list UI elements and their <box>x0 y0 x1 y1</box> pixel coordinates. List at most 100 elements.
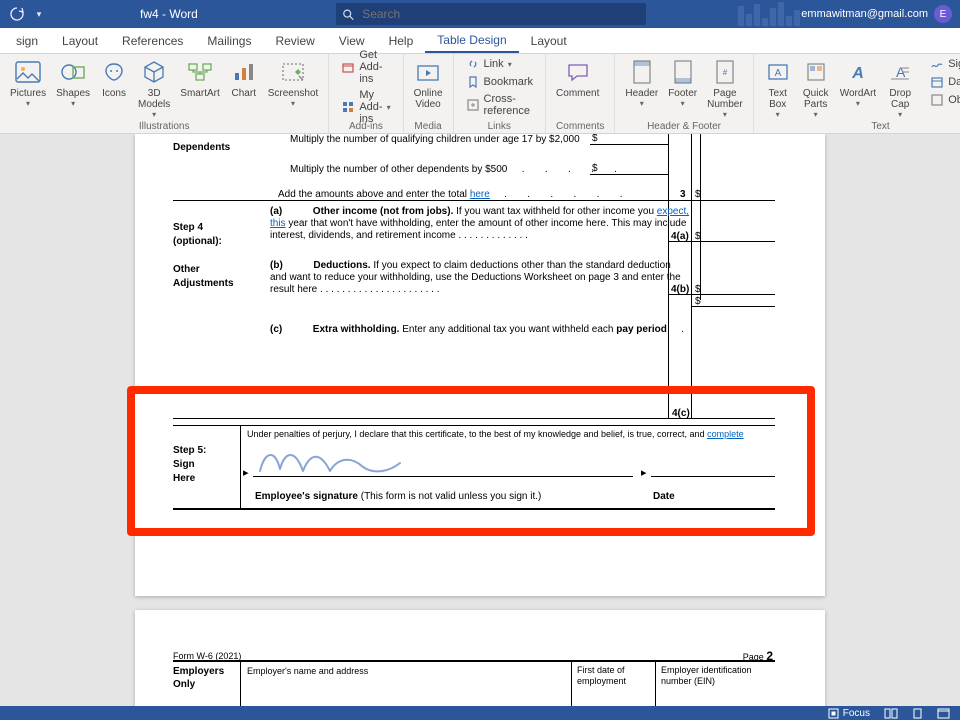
signature-icon <box>930 57 944 71</box>
ribbon: Pictures▾ Shapes▾ Icons 3D Models▾ Smart… <box>0 54 960 134</box>
header-button[interactable]: Header▾ <box>625 56 658 107</box>
search-icon <box>342 8 354 21</box>
screenshot-button[interactable]: Screenshot▾ <box>268 56 319 107</box>
cross-reference-button[interactable]: Cross-reference <box>464 92 536 118</box>
comment-icon <box>564 58 592 86</box>
tab-design[interactable]: sign <box>4 28 50 53</box>
book-icon <box>884 708 898 719</box>
search-box[interactable] <box>336 3 646 25</box>
form-number: Form W-6 (2021) <box>173 650 241 662</box>
dollar-sign: $ <box>695 231 701 242</box>
form-text: Under penalties of perjury, I declare th… <box>247 428 775 440</box>
section-label: Employers Only <box>173 665 243 691</box>
arrow-icon: ▸ <box>243 466 249 479</box>
smartart-icon <box>186 58 214 86</box>
text-box-button[interactable]: AText Box▾ <box>764 56 792 118</box>
arrow-icon: ▸ <box>641 466 647 479</box>
print-layout-button[interactable] <box>912 708 923 719</box>
date-time-button[interactable]: Date & Ti <box>928 74 960 90</box>
page-2: Form W-6 (2021) Page 2 Employers Only Em… <box>135 610 825 706</box>
signature-line-button[interactable]: Signature <box>928 56 960 72</box>
tab-layout[interactable]: Layout <box>50 28 110 53</box>
web-layout-button[interactable] <box>937 708 950 719</box>
group-illustrations: Pictures▾ Shapes▾ Icons 3D Models▾ Smart… <box>0 54 329 133</box>
chart-button[interactable]: Chart <box>230 56 258 99</box>
crossref-icon <box>466 98 480 112</box>
tab-layout2[interactable]: Layout <box>519 28 579 53</box>
complete-link: complete <box>707 429 744 439</box>
shapes-icon <box>59 58 87 86</box>
page-number-button[interactable]: #Page Number▾ <box>707 56 743 118</box>
tab-review[interactable]: Review <box>263 28 326 53</box>
dollar-sign: $ <box>592 163 598 174</box>
avatar[interactable]: E <box>934 5 952 23</box>
store-icon <box>341 60 355 74</box>
form-text: Employer identification number (EIN) <box>661 665 771 687</box>
tab-mailings[interactable]: Mailings <box>195 28 263 53</box>
group-media: Online Video Media <box>404 54 454 133</box>
read-mode-button[interactable] <box>884 708 898 719</box>
title-bar: ▾ fw4 - Word emmawitman@gmail.com E <box>0 0 960 28</box>
pagenum-icon: # <box>711 58 739 86</box>
group-header-footer: Header▾ Footer▾ #Page Number▾ Header & F… <box>615 54 753 133</box>
step-label: Step 4 (optional): Other Adjustments <box>173 207 243 291</box>
tab-table-design[interactable]: Table Design <box>425 28 518 53</box>
calendar-icon <box>930 75 944 89</box>
status-bar: Focus <box>0 706 960 720</box>
signature-ink <box>255 441 435 481</box>
comment-button[interactable]: Comment <box>556 56 599 99</box>
link-icon <box>466 57 480 71</box>
group-label: Add-ins <box>339 121 392 133</box>
drop-cap-button[interactable]: ADrop Cap▾ <box>886 56 914 118</box>
group-label: Text <box>764 121 960 133</box>
document-title: fw4 - Word <box>140 0 198 28</box>
shapes-button[interactable]: Shapes▾ <box>56 56 90 107</box>
online-video-button[interactable]: Online Video <box>414 56 443 110</box>
web-icon <box>937 708 950 719</box>
group-label: Header & Footer <box>625 121 742 133</box>
bookmark-icon <box>466 75 480 89</box>
ribbon-tabs: sign Layout References Mailings Review V… <box>0 28 960 54</box>
object-button[interactable]: Object ▾ <box>928 92 960 108</box>
form-text: First date of employment <box>577 665 649 687</box>
quick-parts-button[interactable]: Quick Parts▾ <box>802 56 830 118</box>
group-label: Comments <box>556 121 604 133</box>
header-icon <box>628 58 656 86</box>
form-text: Date <box>653 491 675 503</box>
svg-text:#: # <box>723 68 728 77</box>
line-number: 4(b) <box>671 284 689 295</box>
smartart-button[interactable]: SmartArt <box>180 56 219 99</box>
video-icon <box>414 58 442 86</box>
step-label: Dependents <box>173 142 243 153</box>
form-text: (a) Other income (not from jobs). If you… <box>270 206 695 242</box>
autosave-icon[interactable] <box>10 7 24 21</box>
chevron-down-icon[interactable]: ▾ <box>32 7 46 21</box>
icons-icon <box>100 58 128 86</box>
footer-button[interactable]: Footer▾ <box>668 56 697 107</box>
bookmark-button[interactable]: Bookmark <box>464 74 536 90</box>
document-area[interactable]: Multiply the number of qualifying childr… <box>0 134 960 706</box>
textbox-icon: A <box>764 58 792 86</box>
group-comments: Comment Comments <box>546 54 615 133</box>
wordart-button[interactable]: AWordArt▾ <box>840 56 877 107</box>
focus-icon <box>828 708 839 719</box>
search-input[interactable] <box>360 6 640 22</box>
user-email: emmawitman@gmail.com <box>801 8 928 20</box>
pictures-button[interactable]: Pictures▾ <box>10 56 46 107</box>
icons-button[interactable]: Icons <box>100 56 128 99</box>
cube-icon <box>140 58 168 86</box>
tab-references[interactable]: References <box>110 28 195 53</box>
group-label: Illustrations <box>10 121 318 133</box>
addins-icon <box>341 100 355 114</box>
get-addins-button[interactable]: Get Add-ins <box>339 48 392 86</box>
here-link: here <box>470 189 490 200</box>
pictures-icon <box>14 58 42 86</box>
form-text: Employee's signature (This form is not v… <box>255 491 541 503</box>
dollar-sign: $ <box>695 189 701 200</box>
link-button[interactable]: Link ▾ <box>464 56 536 72</box>
focus-mode-button[interactable]: Focus <box>828 708 870 719</box>
3d-models-button[interactable]: 3D Models▾ <box>138 56 170 118</box>
form-text: (c) Extra withholding. Enter any additio… <box>270 324 695 336</box>
dropcap-icon: A <box>886 58 914 86</box>
account-area[interactable]: emmawitman@gmail.com E <box>801 0 952 28</box>
